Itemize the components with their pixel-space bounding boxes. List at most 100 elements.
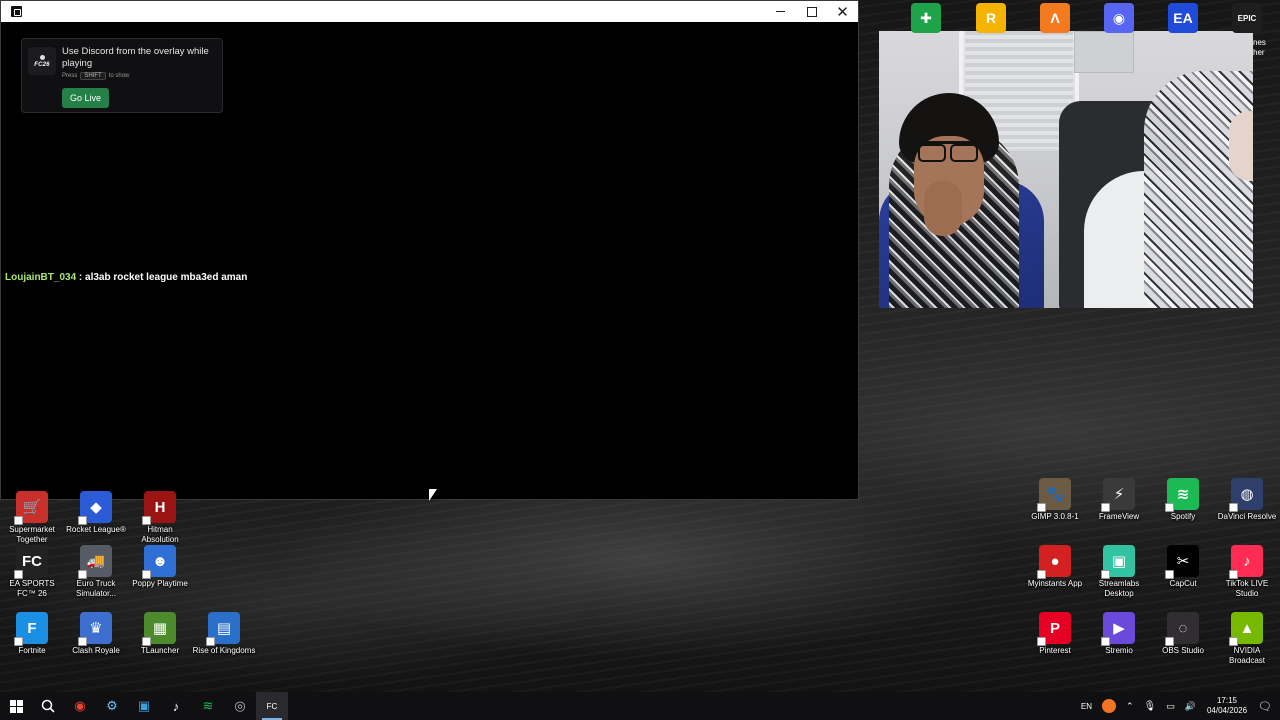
clock-date: 04/04/2026: [1206, 706, 1248, 715]
desktop-icon-label: Poppy Playtime: [132, 579, 188, 588]
shortcut-arrow-icon: [1101, 637, 1110, 646]
desktop-icon-poppy-playtime[interactable]: ☻ Poppy Playtime: [128, 545, 192, 589]
desktop-icon-euro-truck-simulator[interactable]: 🚚 Euro Truck Simulator...: [64, 545, 128, 599]
desktop-icon-label: FrameView: [1098, 512, 1140, 521]
desktop-icon-tiktok-live-studio[interactable]: ♪ TikTok LIVE Studio: [1215, 545, 1279, 599]
close-button[interactable]: ✕: [827, 1, 858, 22]
shortcut-arrow-icon: [1037, 637, 1046, 646]
desktop-icon-ea-sports-fc-26[interactable]: FC EA SPORTS FC™ 26: [0, 545, 64, 599]
discord-overlay-card: FC26 Use Discord from the overlay while …: [21, 38, 223, 113]
desktop-icon-label: Hitman Absolution: [141, 525, 179, 544]
search-icon: [41, 699, 55, 713]
app-icon: FC: [14, 545, 48, 579]
app-icon: ▦: [142, 612, 176, 646]
desktop-icon-spotify[interactable]: ≋ Spotify: [1151, 478, 1215, 522]
desktop-icon-label: Pinterest: [1039, 646, 1071, 655]
overlay-hint: Press SHIFT to show: [62, 72, 129, 80]
taskbar-spotify-icon[interactable]: ≋: [192, 692, 224, 720]
chat-username: LoujainBT_034: [5, 272, 77, 283]
crunchyroll-tray-icon[interactable]: [1097, 699, 1121, 713]
app-icon: 🚚: [78, 545, 112, 579]
shortcut-arrow-icon: [1229, 637, 1238, 646]
app-icon: ♪: [1229, 545, 1263, 579]
discord-icon[interactable]: ◉: [1104, 3, 1134, 33]
desktop-icon-clash-royale[interactable]: ♛ Clash Royale: [64, 612, 128, 656]
taskbar-chrome-icon[interactable]: ◉: [64, 692, 96, 720]
app-icon: ◆: [78, 491, 112, 525]
shortcut-arrow-icon: [1229, 570, 1238, 579]
desktop-icon-nvidia-broadcast[interactable]: ▲ NVIDIA Broadcast: [1215, 612, 1279, 666]
desktop-icon-obs-studio[interactable]: ◌ OBS Studio: [1151, 612, 1215, 656]
clock[interactable]: 17:15 04/04/2026: [1201, 696, 1253, 716]
title-bar[interactable]: ✕: [1, 1, 858, 22]
app-icon: H: [142, 491, 176, 525]
desktop-icon-label: NVIDIA Broadcast: [1228, 646, 1266, 665]
minimize-button[interactable]: [765, 1, 796, 22]
app-icon: ●: [1037, 545, 1071, 579]
taskbar-fc26-game-icon[interactable]: FC: [256, 692, 288, 720]
shortcut-arrow-icon: [1101, 503, 1110, 512]
desktop-icon-label: Supermarket Together: [9, 525, 55, 544]
app-icon: 🐾: [1037, 478, 1071, 512]
app-icon: ☻: [142, 545, 176, 579]
desktop-icon-pinterest[interactable]: P Pinterest: [1023, 612, 1087, 656]
chat-text: al3ab rocket league mba3ed aman: [85, 272, 248, 283]
shortcut-arrow-icon: [1037, 570, 1046, 579]
desktop-icon-label: Rocket League®: [66, 525, 126, 534]
start-button[interactable]: [0, 692, 32, 720]
chevron-up-icon[interactable]: ⌃: [1121, 701, 1139, 712]
app-icon: ♛: [78, 612, 112, 646]
app-icon: ▣: [1101, 545, 1135, 579]
desktop-icon-stremio[interactable]: ▶ Stremio: [1087, 612, 1151, 656]
taskbar-ea-fc-icon[interactable]: ◎: [224, 692, 256, 720]
desktop-icon-rocket-league[interactable]: ◆ Rocket League®: [64, 491, 128, 535]
notification-icon[interactable]: 🗨: [1253, 700, 1280, 713]
go-live-button[interactable]: Go Live: [62, 88, 109, 108]
launcher-icon[interactable]: Λ: [1040, 3, 1070, 33]
network-icon[interactable]: ▭: [1161, 701, 1180, 712]
desktop-icon-label: Streamlabs Desktop: [1098, 579, 1140, 598]
rockstar-icon[interactable]: R: [976, 3, 1006, 33]
hint-key: SHIFT: [80, 72, 106, 80]
volume-icon[interactable]: 🔊: [1180, 701, 1201, 712]
game-logo-text: FC26: [34, 61, 50, 68]
app-icon: ▶: [1101, 612, 1135, 646]
language-indicator[interactable]: EN: [1076, 702, 1097, 711]
desktop-icon-davinci-resolve[interactable]: ◍ DaVinci Resolve: [1215, 478, 1279, 522]
desktop-icon-tlauncher[interactable]: ▦ TLauncher: [128, 612, 192, 656]
taskbar-steam-icon[interactable]: ⚙: [96, 692, 128, 720]
desktop-icon-myinstants-app[interactable]: ● Myinstants App: [1023, 545, 1087, 589]
system-tray: EN ⌃ 🎙 ▭ 🔊 17:15 04/04/2026 🗨: [1076, 692, 1280, 720]
maximize-button[interactable]: [796, 1, 827, 22]
microphone-icon[interactable]: 🎙: [1139, 701, 1162, 712]
game-controller-icon[interactable]: ✚: [911, 3, 941, 33]
shortcut-arrow-icon: [206, 637, 215, 646]
desktop-icon-fortnite[interactable]: F Fortnite: [0, 612, 64, 656]
hint-prefix: Press: [62, 73, 78, 79]
desktop-icon-label: GIMP 3.0.8-1: [1031, 512, 1079, 521]
desktop-icon-label: TLauncher: [140, 646, 180, 655]
clock-time: 17:15: [1216, 696, 1238, 705]
webcam-feed: [879, 31, 1253, 308]
desktop-icon-rise-of-kingdoms[interactable]: ▤ Rise of Kingdoms: [192, 612, 256, 656]
desktop-icon-supermarket-together[interactable]: 🛒 Supermarket Together: [0, 491, 64, 545]
shortcut-arrow-icon: [78, 570, 87, 579]
shortcut-arrow-icon: [14, 570, 23, 579]
ea-icon[interactable]: EA: [1168, 3, 1198, 33]
epic-games-icon[interactable]: EPIC: [1232, 3, 1262, 33]
desktop-icon-frameview[interactable]: ⚡ FrameView: [1087, 478, 1151, 522]
desktop-icon-capcut[interactable]: ✂ CapCut: [1151, 545, 1215, 589]
desktop-icon-streamlabs-desktop[interactable]: ▣ Streamlabs Desktop: [1087, 545, 1151, 599]
desktop-icon-label: Myinstants App: [1027, 579, 1083, 588]
shortcut-arrow-icon: [14, 516, 23, 525]
taskbar: ◉ ⚙ ▣ ♪ ≋ ◎ FC EN ⌃ 🎙 ▭ 🔊 17:15 04/04/2026 🗨: [0, 692, 1280, 720]
desktop-icon-label: OBS Studio: [1162, 646, 1204, 655]
desktop-icon-gimp-3-0-8-1[interactable]: 🐾 GIMP 3.0.8-1: [1023, 478, 1087, 522]
search-button[interactable]: [32, 692, 64, 720]
taskbar-file-explorer-icon[interactable]: ▣: [128, 692, 160, 720]
taskbar-tiktok-icon[interactable]: ♪: [160, 692, 192, 720]
game-window[interactable]: ✕ FC26 Use Discord from the overlay whil…: [0, 0, 859, 500]
windows-icon: [9, 699, 23, 713]
shortcut-arrow-icon: [1165, 570, 1174, 579]
desktop-icon-hitman-absolution[interactable]: H Hitman Absolution: [128, 491, 192, 545]
